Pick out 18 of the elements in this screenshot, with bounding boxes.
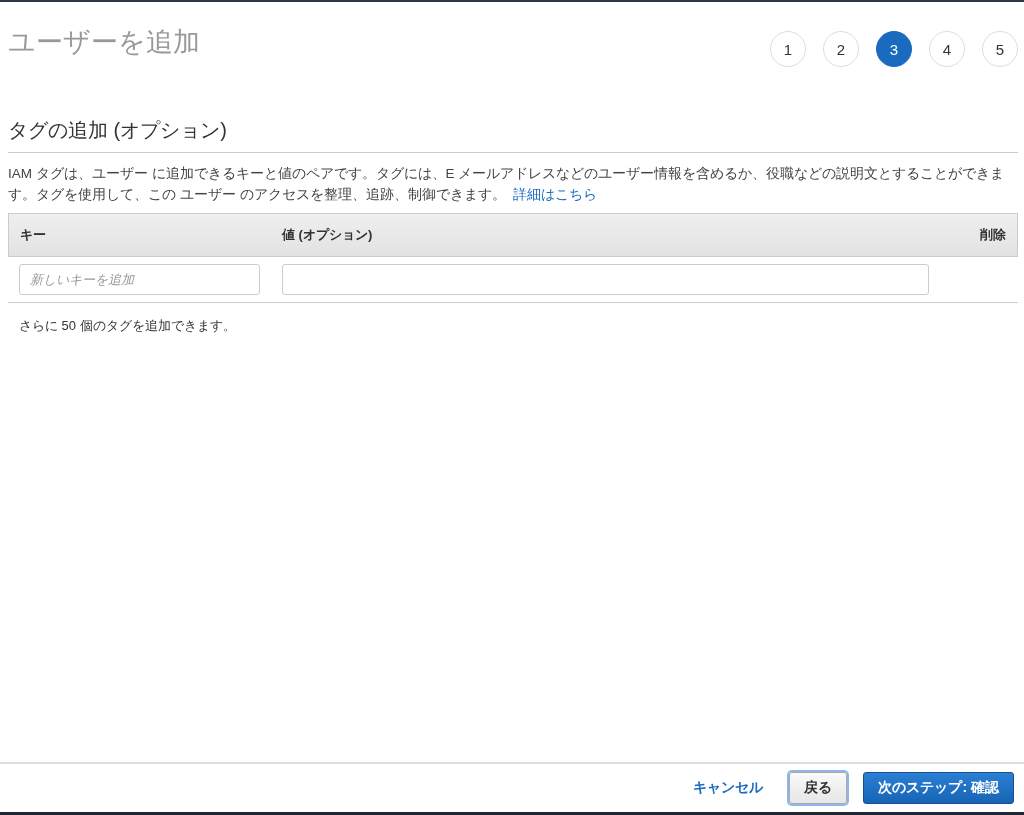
step-indicator[interactable]: 1 — [770, 31, 806, 67]
column-header: 削除 — [980, 226, 1007, 244]
cancel-link[interactable]: キャンセル — [693, 779, 764, 797]
remaining-tags-text: さらに 50 個のタグを追加できます。 — [18, 317, 237, 335]
description-text: IAM タグは、ユーザー に追加できるキーと値のペアです。タグには、E メールアドレスなどのユーザー情報を含めるか、役職などの説明文とすることができます。タグを使用して、この ユーザー のアクセスを整理、追跡、制御できます。 詳細はこちら — [8, 165, 1006, 204]
page-title: ユーザーを追加 — [8, 26, 200, 59]
step-indicator[interactable]: 5 — [982, 31, 1018, 67]
value-input-field[interactable] — [282, 264, 929, 295]
column-header: キー — [19, 226, 47, 244]
column-header: 値 (オプション) — [282, 226, 374, 244]
step-indicator[interactable]: 3 — [876, 31, 912, 67]
next-button[interactable]: 次のステップ: 確認 — [863, 772, 1014, 804]
back-button[interactable]: 戻る — [789, 772, 848, 804]
step-indicator[interactable]: 4 — [929, 31, 965, 67]
key-input-field[interactable]: 新しいキーを追加 — [19, 264, 260, 295]
learn-more-link[interactable]: 詳細はこちら — [513, 187, 598, 202]
section-title: タグの追加 (オプション) — [8, 117, 1018, 153]
step-indicator[interactable]: 2 — [823, 31, 859, 67]
